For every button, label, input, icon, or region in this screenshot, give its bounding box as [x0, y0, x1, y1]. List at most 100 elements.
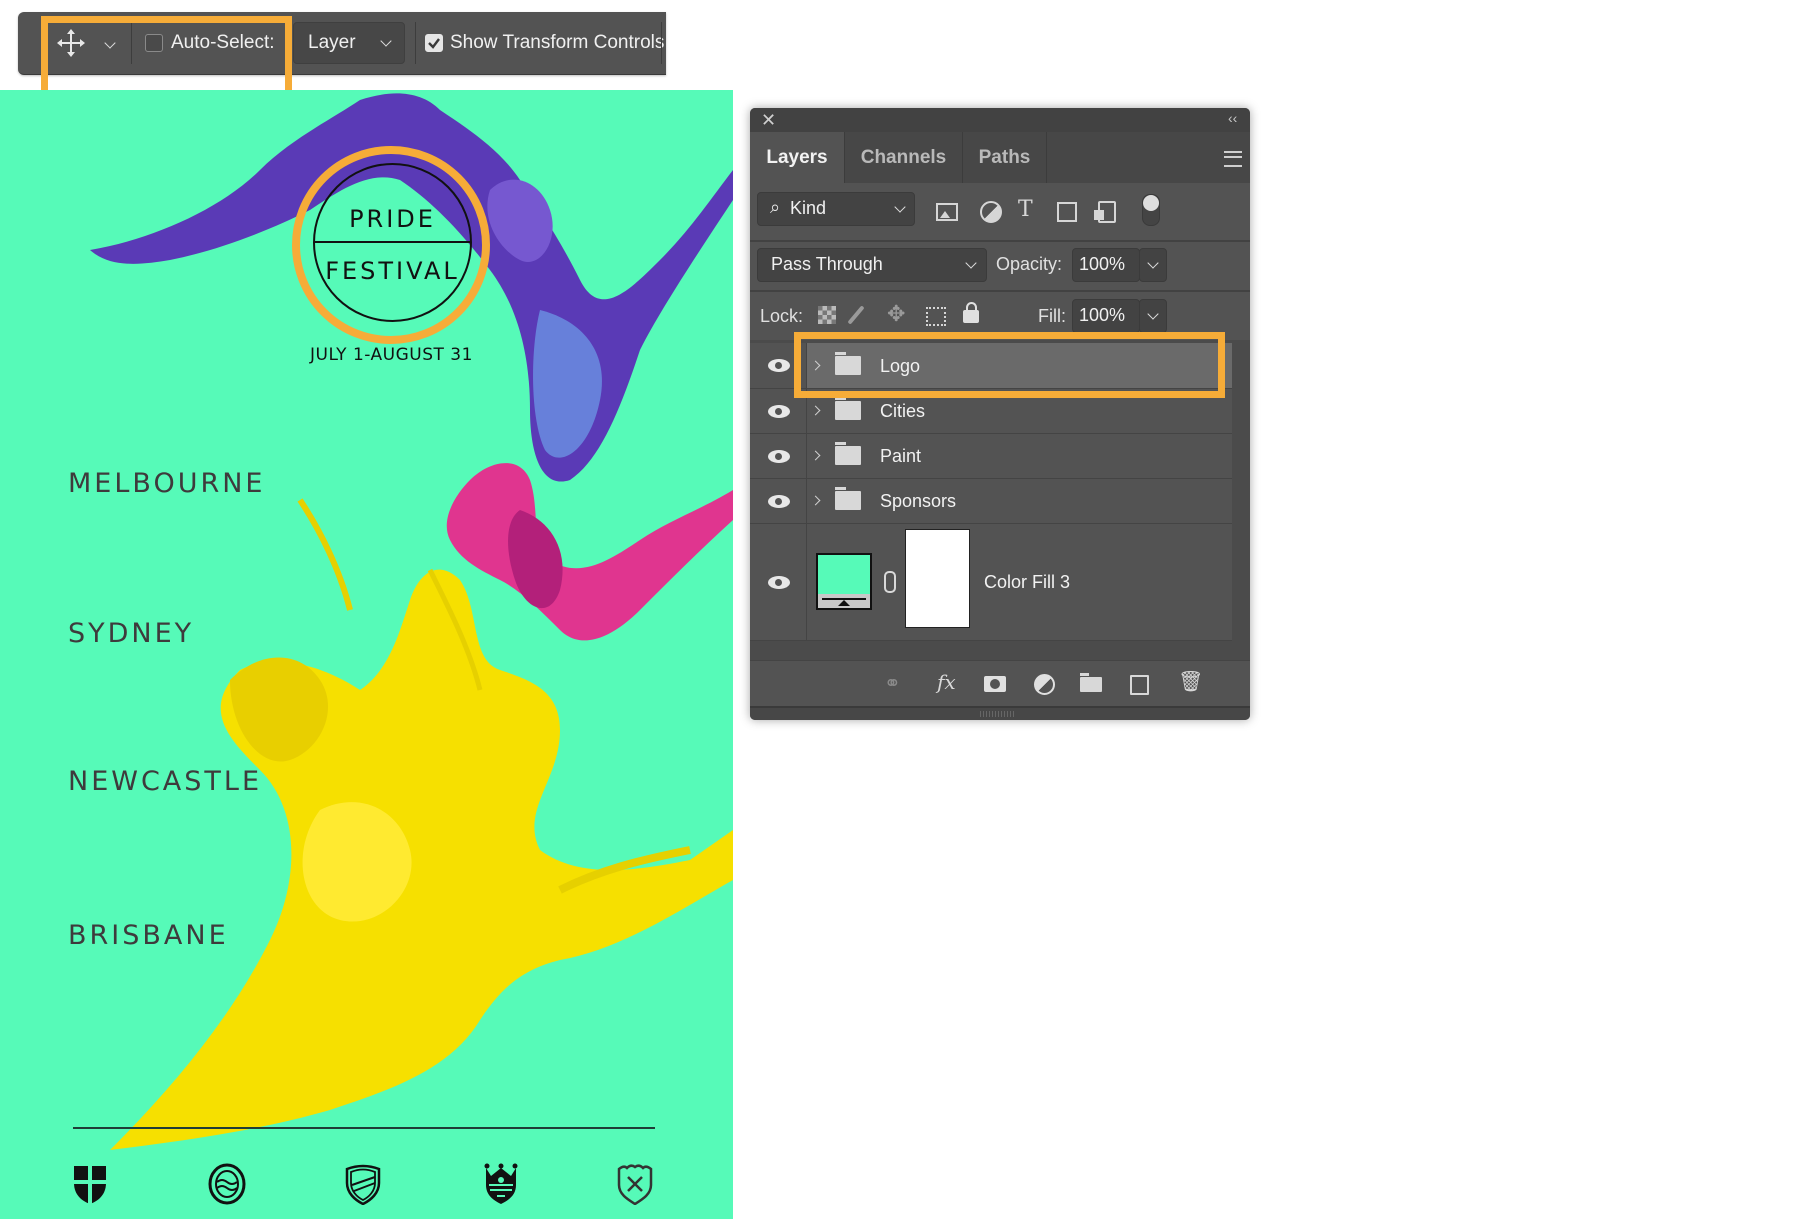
shape-filter-icon[interactable] — [1057, 202, 1077, 222]
layer-row-sponsors[interactable]: Sponsors — [750, 479, 1232, 524]
layer-name: Color Fill 3 — [984, 572, 1071, 592]
fill-input[interactable]: 100% — [1072, 299, 1140, 333]
visibility-eye-icon[interactable] — [768, 405, 790, 418]
layer-row-logo[interactable]: Logo — [750, 343, 1232, 389]
layer-name: Sponsors — [880, 491, 957, 511]
chevron-down-icon — [1147, 308, 1159, 320]
close-panel-icon[interactable]: ✕ — [761, 110, 776, 131]
blend-mode-value: Pass Through — [771, 254, 883, 274]
fill-layer-thumbnail — [816, 553, 872, 610]
trash-icon[interactable]: 🗑 — [1178, 669, 1203, 694]
auto-select-checkbox[interactable] — [145, 34, 163, 52]
filter-toggle-switch[interactable] — [1142, 194, 1160, 226]
fill-dropdown-button[interactable] — [1139, 299, 1167, 333]
auto-select-target-dropdown[interactable]: Layer — [293, 22, 405, 64]
expand-group-arrow-icon[interactable] — [810, 495, 821, 506]
adjustment-filter-icon[interactable] — [980, 201, 1002, 223]
lock-all-icon[interactable] — [963, 302, 979, 323]
cross-shield-icon — [74, 1166, 106, 1204]
visibility-eye-icon[interactable] — [768, 359, 790, 372]
layer-row-cities[interactable]: Cities — [750, 389, 1232, 434]
fill-label: Fill: — [1038, 306, 1066, 326]
group-folder-icon — [835, 487, 861, 510]
chevron-down-icon — [1147, 257, 1159, 269]
tool-preset-chevron-icon[interactable] — [104, 37, 116, 49]
crown-shield-icon — [484, 1163, 518, 1204]
chevron-down-icon — [894, 201, 906, 213]
layer-row-color-fill-3[interactable]: Color Fill 3 — [750, 524, 1232, 641]
link-layers-icon[interactable]: ⚭ — [884, 671, 901, 696]
type-filter-icon[interactable]: T — [1018, 197, 1033, 222]
city-brisbane: BRISBANE — [68, 920, 229, 951]
panel-menu-icon[interactable] — [1224, 151, 1242, 167]
opacity-label: Opacity: — [996, 254, 1063, 274]
visibility-eye-icon[interactable] — [768, 495, 790, 508]
new-layer-icon[interactable] — [1130, 675, 1149, 695]
pride-festival-logo[interactable]: PRIDE FESTIVAL — [313, 163, 472, 322]
filter-row: ⌕ Kind T — [750, 183, 1250, 242]
filter-kind-dropdown[interactable]: ⌕ Kind — [757, 192, 915, 226]
expand-group-arrow-icon[interactable] — [810, 450, 821, 461]
logo-text-pride: PRIDE — [349, 205, 436, 233]
auto-select-target-value: Layer — [308, 32, 356, 53]
tab-layers[interactable]: Layers — [750, 132, 845, 183]
lock-artboard-icon[interactable] — [926, 307, 946, 326]
opacity-dropdown-button[interactable] — [1139, 248, 1167, 282]
show-transform-controls-checkbox[interactable] — [425, 34, 443, 52]
fill-color-swatch — [818, 555, 870, 594]
chevron-down-icon — [965, 257, 977, 269]
layer-name: Cities — [880, 401, 926, 421]
filter-kind-value: Kind — [790, 198, 827, 218]
pixel-filter-icon[interactable] — [936, 203, 958, 221]
city-melbourne: MELBOURNE — [68, 468, 266, 499]
blend-mode-dropdown[interactable]: Pass Through — [757, 248, 987, 282]
stripe-shield-icon — [345, 1164, 381, 1205]
sponsor-divider-line — [73, 1127, 655, 1129]
fill-value: 100% — [1079, 305, 1126, 325]
tab-channels[interactable]: Channels — [845, 132, 963, 183]
pink-paint-splash — [446, 463, 733, 641]
add-mask-icon[interactable] — [984, 676, 1006, 692]
layer-name: Paint — [880, 446, 922, 466]
visibility-eye-icon[interactable] — [768, 450, 790, 463]
move-tool-icon[interactable] — [56, 28, 86, 58]
lock-image-pixels-icon[interactable] — [847, 305, 865, 325]
options-bar: Auto-Select: Layer Show Transform Contro… — [18, 12, 666, 75]
group-folder-icon — [835, 352, 861, 375]
expand-group-arrow-icon[interactable] — [810, 360, 821, 371]
wave-oval-icon — [208, 1163, 246, 1205]
lock-position-icon[interactable]: ✥ — [887, 301, 905, 327]
fx-icon[interactable]: fx — [937, 670, 956, 694]
x-shield-icon — [617, 1164, 653, 1205]
panel-titlebar: ✕ ‹‹ — [750, 108, 1250, 132]
search-icon: ⌕ — [770, 197, 781, 217]
layer-mask-thumbnail[interactable] — [905, 529, 970, 628]
layer-row-paint[interactable]: Paint — [750, 434, 1232, 479]
collapse-panel-icon[interactable]: ‹‹ — [1228, 110, 1237, 126]
panel-resize-handle[interactable] — [750, 706, 1250, 720]
logo-text-festival: FESTIVAL — [325, 257, 460, 285]
city-sydney: SYDNEY — [68, 618, 195, 649]
tab-paths[interactable]: Paths — [963, 132, 1047, 183]
festival-dates: JULY 1-AUGUST 31 — [310, 345, 473, 365]
group-folder-icon — [835, 442, 861, 465]
new-group-icon[interactable] — [1080, 673, 1102, 692]
lock-row: Lock: ✥ Fill: 100% — [750, 290, 1250, 340]
adjustment-layer-icon[interactable] — [1034, 674, 1055, 695]
opacity-value: 100% — [1079, 254, 1126, 274]
city-newcastle: NEWCASTLE — [68, 766, 263, 797]
show-transform-controls-label: Show Transform Controls — [450, 32, 665, 53]
expand-group-arrow-icon[interactable] — [810, 405, 821, 416]
auto-select-label: Auto-Select: — [171, 32, 275, 53]
document-canvas[interactable]: PRIDE FESTIVAL JULY 1-AUGUST 31 MELBOURN… — [0, 90, 733, 1219]
lock-transparent-pixels-icon[interactable] — [818, 306, 836, 324]
opacity-input[interactable]: 100% — [1072, 248, 1140, 282]
visibility-eye-icon[interactable] — [768, 576, 790, 589]
chevron-down-icon — [380, 35, 392, 47]
panel-footer: ⚭ fx 🗑 — [750, 660, 1250, 707]
lock-label: Lock: — [760, 306, 804, 326]
layers-panel: ✕ ‹‹ Layers Channels Paths ⌕ Kind T Pass… — [750, 108, 1250, 720]
smart-object-filter-icon[interactable] — [1094, 201, 1116, 223]
mask-link-icon[interactable] — [884, 571, 896, 593]
group-folder-icon — [835, 397, 861, 420]
